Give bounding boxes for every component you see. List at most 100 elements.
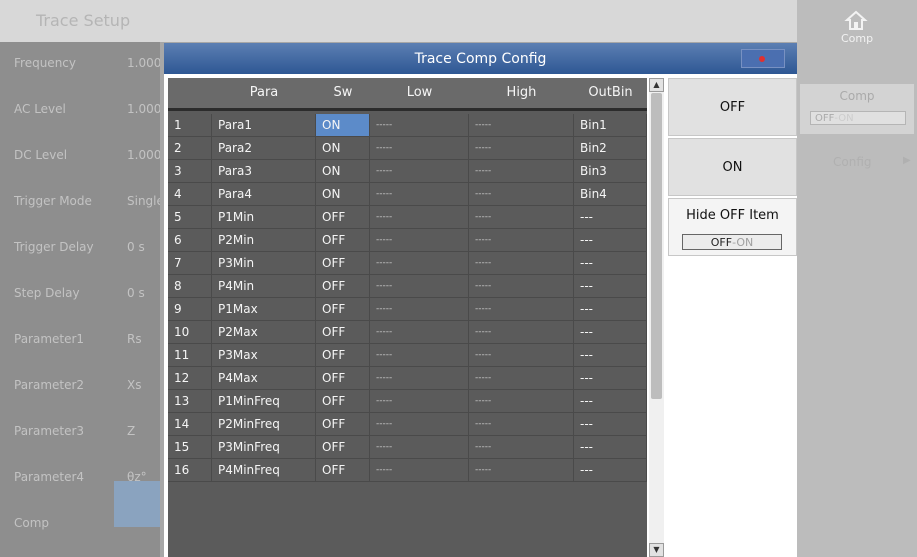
table-cell-low[interactable]: -----	[370, 344, 469, 367]
table-cell-n[interactable]: 6	[168, 229, 212, 252]
table-cell-high[interactable]: -----	[469, 252, 574, 275]
table-cell-n[interactable]: 3	[168, 160, 212, 183]
table-cell-para[interactable]: P2Min	[212, 229, 316, 252]
scroll-thumb[interactable]	[651, 93, 662, 399]
table-cell-outbin[interactable]: ---	[574, 275, 647, 298]
table-cell-sw[interactable]: OFF	[316, 436, 370, 459]
table-cell-low[interactable]: -----	[370, 367, 469, 390]
table-cell-high[interactable]: -----	[469, 459, 574, 482]
table-row[interactable]: 8 P4Min OFF ----- ----- ---	[168, 275, 647, 298]
table-cell-sw[interactable]: OFF	[316, 298, 370, 321]
off-button[interactable]: OFF	[668, 78, 797, 136]
table-row[interactable]: 5 P1Min OFF ----- ----- ---	[168, 206, 647, 229]
table-cell-para[interactable]: Para4	[212, 183, 316, 206]
table-cell-n[interactable]: 15	[168, 436, 212, 459]
table-cell-sw[interactable]: ON	[316, 160, 370, 183]
table-cell-low[interactable]: -----	[370, 114, 469, 137]
table-cell-n[interactable]: 1	[168, 114, 212, 137]
close-button[interactable]	[741, 49, 785, 68]
table-cell-low[interactable]: -----	[370, 390, 469, 413]
table-cell-n[interactable]: 10	[168, 321, 212, 344]
table-cell-high[interactable]: -----	[469, 298, 574, 321]
table-cell-sw[interactable]: OFF	[316, 367, 370, 390]
table-cell-outbin[interactable]: ---	[574, 436, 647, 459]
comp-softkey[interactable]: Comp OFF-ON	[800, 84, 914, 134]
table-cell-n[interactable]: 11	[168, 344, 212, 367]
table-cell-outbin[interactable]: ---	[574, 298, 647, 321]
table-cell-high[interactable]: -----	[469, 344, 574, 367]
table-cell-low[interactable]: -----	[370, 298, 469, 321]
table-cell-n[interactable]: 5	[168, 206, 212, 229]
on-button[interactable]: ON	[668, 138, 797, 196]
table-cell-outbin[interactable]: ---	[574, 229, 647, 252]
table-cell-para[interactable]: P1Min	[212, 206, 316, 229]
table-cell-para[interactable]: P3Max	[212, 344, 316, 367]
table-cell-outbin[interactable]: ---	[574, 367, 647, 390]
table-cell-low[interactable]: -----	[370, 413, 469, 436]
table-cell-high[interactable]: -----	[469, 137, 574, 160]
table-cell-sw[interactable]: OFF	[316, 275, 370, 298]
hide-off-item-toggle[interactable]: OFF-ON	[682, 234, 782, 250]
table-cell-outbin[interactable]: ---	[574, 390, 647, 413]
table-cell-sw[interactable]: OFF	[316, 413, 370, 436]
table-cell-sw[interactable]: OFF	[316, 344, 370, 367]
table-cell-outbin[interactable]: Bin3	[574, 160, 647, 183]
table-cell-low[interactable]: -----	[370, 183, 469, 206]
table-cell-n[interactable]: 7	[168, 252, 212, 275]
table-cell-sw[interactable]: ON	[316, 137, 370, 160]
table-cell-low[interactable]: -----	[370, 459, 469, 482]
table-cell-low[interactable]: -----	[370, 321, 469, 344]
table-cell-low[interactable]: -----	[370, 206, 469, 229]
table-cell-sw[interactable]: ON	[316, 183, 370, 206]
table-cell-para[interactable]: P4MinFreq	[212, 459, 316, 482]
table-cell-outbin[interactable]: ---	[574, 206, 647, 229]
table-cell-sw[interactable]: ON	[316, 114, 370, 137]
table-cell-n[interactable]: 14	[168, 413, 212, 436]
table-cell-low[interactable]: -----	[370, 252, 469, 275]
table-cell-para[interactable]: P2Max	[212, 321, 316, 344]
table-row[interactable]: 11 P3Max OFF ----- ----- ---	[168, 344, 647, 367]
table-cell-para[interactable]: P3MinFreq	[212, 436, 316, 459]
table-cell-high[interactable]: -----	[469, 367, 574, 390]
table-cell-n[interactable]: 4	[168, 183, 212, 206]
table-cell-outbin[interactable]: ---	[574, 321, 647, 344]
table-cell-para[interactable]: Para3	[212, 160, 316, 183]
table-scrollbar[interactable]: ▲ ▼	[649, 78, 664, 557]
hide-off-item-button[interactable]: Hide OFF Item OFF-ON	[668, 198, 797, 256]
table-cell-para[interactable]: P4Min	[212, 275, 316, 298]
table-cell-para[interactable]: P1Max	[212, 298, 316, 321]
table-row[interactable]: 15 P3MinFreq OFF ----- ----- ---	[168, 436, 647, 459]
table-cell-low[interactable]: -----	[370, 160, 469, 183]
table-cell-high[interactable]: -----	[469, 390, 574, 413]
table-cell-para[interactable]: Para1	[212, 114, 316, 137]
table-cell-para[interactable]: P2MinFreq	[212, 413, 316, 436]
table-row[interactable]: 10 P2Max OFF ----- ----- ---	[168, 321, 647, 344]
table-cell-para[interactable]: Para2	[212, 137, 316, 160]
table-cell-high[interactable]: -----	[469, 183, 574, 206]
table-cell-outbin[interactable]: ---	[574, 252, 647, 275]
table-cell-low[interactable]: -----	[370, 275, 469, 298]
table-cell-high[interactable]: -----	[469, 275, 574, 298]
table-cell-high[interactable]: -----	[469, 229, 574, 252]
table-cell-para[interactable]: P4Max	[212, 367, 316, 390]
table-cell-outbin[interactable]: Bin4	[574, 183, 647, 206]
table-cell-low[interactable]: -----	[370, 229, 469, 252]
table-cell-sw[interactable]: OFF	[316, 459, 370, 482]
table-row[interactable]: 14 P2MinFreq OFF ----- ----- ---	[168, 413, 647, 436]
table-cell-sw[interactable]: OFF	[316, 390, 370, 413]
table-row[interactable]: 6 P2Min OFF ----- ----- ---	[168, 229, 647, 252]
scroll-up-button[interactable]: ▲	[649, 78, 664, 92]
table-cell-outbin[interactable]: ---	[574, 413, 647, 436]
table-row[interactable]: 12 P4Max OFF ----- ----- ---	[168, 367, 647, 390]
scroll-down-button[interactable]: ▼	[649, 543, 664, 557]
table-cell-outbin[interactable]: Bin1	[574, 114, 647, 137]
table-cell-outbin[interactable]: Bin2	[574, 137, 647, 160]
table-cell-outbin[interactable]: ---	[574, 344, 647, 367]
table-cell-high[interactable]: -----	[469, 114, 574, 137]
table-row[interactable]: 9 P1Max OFF ----- ----- ---	[168, 298, 647, 321]
table-cell-n[interactable]: 8	[168, 275, 212, 298]
table-cell-high[interactable]: -----	[469, 206, 574, 229]
table-cell-low[interactable]: -----	[370, 436, 469, 459]
table-row[interactable]: 13 P1MinFreq OFF ----- ----- ---	[168, 390, 647, 413]
home-button[interactable]: Comp	[797, 0, 917, 48]
